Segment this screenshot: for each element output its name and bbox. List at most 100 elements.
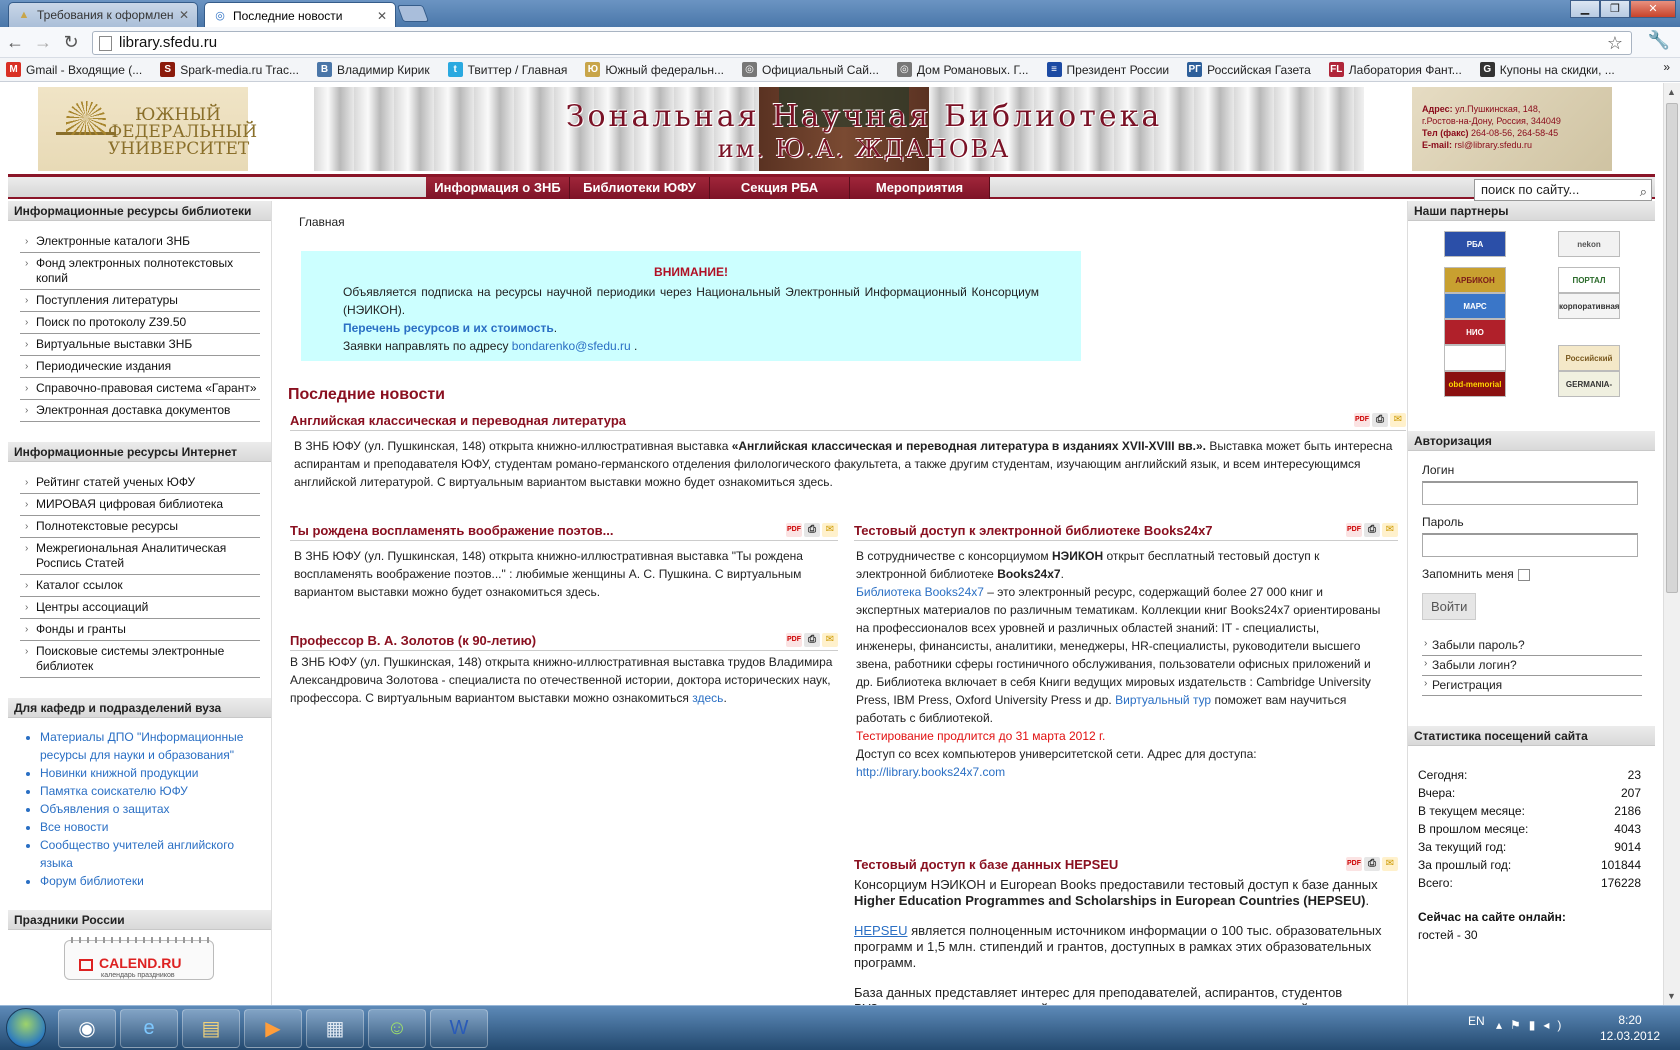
- resources-price-link[interactable]: Перечень ресурсов и их стоимость: [343, 321, 554, 335]
- partner-logo[interactable]: nekon: [1558, 231, 1620, 257]
- bookmark-star-icon[interactable]: ☆: [1607, 32, 1623, 54]
- password-input[interactable]: [1422, 533, 1638, 557]
- sidebar-link[interactable]: Фонды и гранты: [20, 619, 260, 641]
- remember-me-checkbox[interactable]: [1517, 568, 1530, 581]
- partner-logo[interactable]: ПОРТАЛ LIBRARY.RU: [1558, 267, 1620, 293]
- scrollbar-thumb[interactable]: [1666, 103, 1678, 593]
- print-icon[interactable]: ⎙: [1364, 523, 1380, 537]
- article-title[interactable]: Профессор В. А. Золотов (к 90-летию): [290, 633, 536, 648]
- language-indicator[interactable]: EN: [1468, 1014, 1485, 1028]
- article-title[interactable]: Тестовый доступ к электронной библиотеке…: [854, 523, 1213, 538]
- taskbar-ie-icon[interactable]: e: [120, 1009, 178, 1048]
- taskbar-word-icon[interactable]: W: [430, 1009, 488, 1048]
- bookmark-item[interactable]: M Gmail - Входящие (...: [6, 62, 142, 77]
- menu-item[interactable]: Мероприятия: [850, 177, 990, 199]
- sidebar-link[interactable]: Все новости: [40, 818, 265, 836]
- minimize-icon[interactable]: ▁: [1570, 0, 1600, 18]
- here-link[interactable]: здесь: [692, 691, 723, 705]
- sidebar-link[interactable]: Центры ассоциаций: [20, 597, 260, 619]
- sidebar-link[interactable]: Виртуальные выставки ЗНБ: [20, 334, 260, 356]
- sidebar-link[interactable]: Сообщество учителей английского языка: [40, 836, 265, 872]
- auth-link[interactable]: Забыли пароль?: [1422, 636, 1642, 656]
- sidebar-link[interactable]: Фонд электронных полнотекстовых копий: [20, 253, 260, 290]
- partner-logo[interactable]: АРБИКОН: [1444, 267, 1506, 293]
- pdf-icon[interactable]: PDF: [786, 633, 802, 647]
- login-input[interactable]: [1422, 481, 1638, 505]
- email-icon[interactable]: ✉: [1390, 413, 1406, 427]
- pdf-icon[interactable]: PDF: [1354, 413, 1370, 427]
- partner-logo[interactable]: GERMANIA-ONLINE.RU: [1558, 371, 1620, 397]
- sidebar-link[interactable]: Периодические издания: [20, 356, 260, 378]
- vertical-scrollbar[interactable]: ▲ ▼: [1663, 83, 1680, 1005]
- print-icon[interactable]: ⎙: [804, 523, 820, 537]
- article-title[interactable]: Английская классическая и переводная лит…: [290, 413, 626, 428]
- menu-item[interactable]: Библиотеки ЮФУ: [570, 177, 710, 199]
- tab-close-icon[interactable]: ✕: [377, 9, 387, 23]
- sidebar-link[interactable]: Справочно-правовая система «Гарант»: [20, 378, 260, 400]
- auth-link[interactable]: Забыли логин?: [1422, 656, 1642, 676]
- close-icon[interactable]: ✕: [1630, 0, 1676, 18]
- sidebar-link[interactable]: Новинки книжной продукции: [40, 764, 265, 782]
- new-tab-button[interactable]: [396, 5, 430, 22]
- partner-logo[interactable]: корпоративная сеть: [1558, 293, 1620, 319]
- pdf-icon[interactable]: PDF: [786, 523, 802, 537]
- tab-requirements[interactable]: ▲ Требования к оформлени ✕: [8, 2, 198, 27]
- taskbar-calculator-icon[interactable]: ▦: [306, 1009, 364, 1048]
- breadcrumb[interactable]: Главная: [299, 215, 345, 229]
- sidebar-link[interactable]: Межрегиональная Аналитическая Роспись Ст…: [20, 538, 260, 575]
- reload-icon[interactable]: ↻: [60, 31, 82, 53]
- article-title[interactable]: Ты рождена воспламенять воображение поэт…: [290, 523, 613, 538]
- pdf-icon[interactable]: PDF: [1346, 857, 1362, 871]
- login-button[interactable]: Войти: [1422, 593, 1477, 620]
- books24x7-url-link[interactable]: http://library.books24x7.com: [856, 765, 1005, 779]
- bookmarks-overflow-icon[interactable]: »: [1663, 60, 1670, 74]
- sidebar-link[interactable]: Поисковые системы электронные библиотек: [20, 641, 260, 678]
- clock[interactable]: 8:20 12.03.2012: [1590, 1012, 1670, 1044]
- start-button[interactable]: [6, 1008, 46, 1048]
- email-icon[interactable]: ✉: [1382, 523, 1398, 537]
- partner-logo[interactable]: НИО: [1444, 319, 1506, 345]
- taskbar-media-icon[interactable]: ▶: [244, 1009, 302, 1048]
- sidebar-link[interactable]: МИРОВАЯ цифровая библиотека: [20, 494, 260, 516]
- menu-item[interactable]: Информация о ЗНБ: [426, 177, 570, 199]
- maximize-icon[interactable]: ❐: [1600, 0, 1630, 18]
- back-arrow-icon[interactable]: ←: [4, 31, 26, 53]
- sidebar-link[interactable]: Памятка соискателю ЮФУ: [40, 782, 265, 800]
- sidebar-link[interactable]: Полнотекстовые ресурсы: [20, 516, 260, 538]
- sidebar-link[interactable]: Поступления литературы: [20, 290, 260, 312]
- taskbar-messenger-icon[interactable]: ☺: [368, 1009, 426, 1048]
- partner-logo[interactable]: obd-memorial: [1444, 371, 1506, 397]
- sidebar-link[interactable]: Каталог ссылок: [20, 575, 260, 597]
- bookmark-item[interactable]: ◎ Дом Романовых. Г...: [896, 62, 1029, 77]
- email-icon[interactable]: ✉: [822, 523, 838, 537]
- sidebar-link[interactable]: Поиск по протоколу Z39.50: [20, 312, 260, 334]
- tab-latest-news[interactable]: ◎ Последние новости ✕: [204, 2, 396, 28]
- address-bar[interactable]: library.sfedu.ru ☆: [92, 31, 1632, 55]
- virtual-tour-link[interactable]: Виртуальный тур: [1115, 693, 1211, 707]
- sidebar-link[interactable]: Материалы ДПО "Информационные ресурсы дл…: [40, 728, 265, 764]
- wrench-icon[interactable]: 🔧: [1648, 30, 1670, 51]
- partner-logo[interactable]: РБА: [1444, 231, 1506, 257]
- scroll-down-icon[interactable]: ▼: [1667, 991, 1676, 1001]
- bookmark-item[interactable]: G Купоны на скидки, ...: [1479, 62, 1615, 77]
- auth-link[interactable]: Регистрация: [1422, 676, 1642, 696]
- site-search-input[interactable]: поиск по сайту... ⌕: [1474, 179, 1652, 201]
- sidebar-link[interactable]: Электронная доставка документов: [20, 400, 260, 422]
- taskbar-explorer-icon[interactable]: ▤: [182, 1009, 240, 1048]
- bookmark-item[interactable]: Ю Южный федеральн...: [585, 62, 724, 77]
- pdf-icon[interactable]: PDF: [1346, 523, 1362, 537]
- bookmark-item[interactable]: t Твиттер / Главная: [447, 62, 567, 77]
- sidebar-link[interactable]: Объявления о защитах: [40, 800, 265, 818]
- bookmark-item[interactable]: FL Лаборатория Фант...: [1328, 62, 1462, 77]
- bookmark-item[interactable]: ≡ Президент России: [1046, 62, 1169, 77]
- scroll-up-icon[interactable]: ▲: [1667, 87, 1676, 97]
- menu-item[interactable]: Секция РБА: [710, 177, 850, 199]
- forward-arrow-icon[interactable]: →: [32, 31, 54, 53]
- calend-widget[interactable]: CALEND.RU календарь праздников: [64, 937, 214, 980]
- bookmark-item[interactable]: ◎ Официальный Сай...: [742, 62, 879, 77]
- bookmark-item[interactable]: S Spark-media.ru Trac...: [160, 62, 299, 77]
- partner-logo[interactable]: [1444, 345, 1506, 371]
- sidebar-link[interactable]: Электронные каталоги ЗНБ: [20, 231, 260, 253]
- bookmark-item[interactable]: B Владимир Кирик: [316, 62, 430, 77]
- tab-close-icon[interactable]: ✕: [179, 8, 189, 22]
